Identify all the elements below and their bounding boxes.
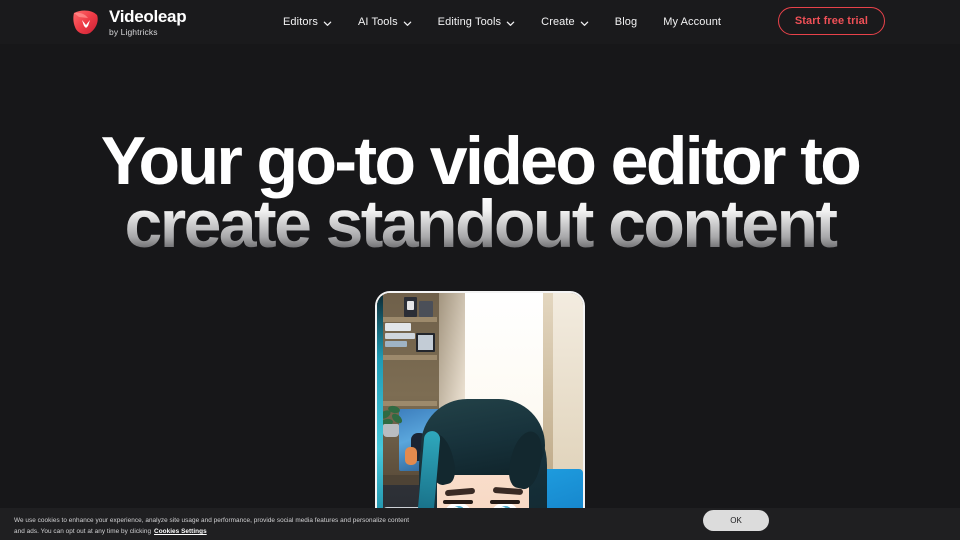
character-illustration [377, 293, 583, 540]
hero-section: Your go-to video editor to create stando… [0, 44, 960, 540]
brand-name: Videoleap [109, 6, 187, 26]
page-title: Your go-to video editor to create stando… [0, 123, 960, 258]
cookie-consent-banner: We use cookies to enhance your experienc… [0, 508, 960, 540]
nav-item-create[interactable]: Create [528, 10, 602, 34]
nav-item-blog[interactable]: Blog [602, 10, 650, 34]
videoleap-bird-logo-icon [70, 6, 102, 38]
nav-item-editors[interactable]: Editors [270, 10, 345, 34]
nav-item-label: Create [541, 16, 575, 28]
start-free-trial-label: Start free trial [794, 15, 868, 27]
chevron-down-icon [323, 19, 332, 28]
nav-item-label: AI Tools [357, 16, 398, 28]
nav-item-label: Editing Tools [437, 16, 502, 28]
hero-video-scene [377, 293, 583, 540]
nav-item-editing-tools[interactable]: Editing Tools [425, 10, 528, 34]
nav-item-label: My Account [663, 16, 722, 28]
nav-item-label: Blog [614, 16, 638, 28]
brand-tagline: by Lightricks [109, 26, 158, 37]
chevron-down-icon [403, 19, 412, 28]
nav-item-my-account[interactable]: My Account [650, 10, 734, 34]
chevron-down-icon [580, 19, 589, 28]
cookie-banner-text: We use cookies to enhance your experienc… [14, 515, 414, 537]
start-free-trial-button[interactable]: Start free trial [777, 7, 885, 35]
cookies-settings-link[interactable]: Cookies Settings [154, 528, 207, 535]
chevron-down-icon [506, 19, 515, 28]
eyelash [443, 500, 473, 504]
nav-item-label: Editors [283, 16, 318, 28]
cookie-banner-message: We use cookies to enhance your experienc… [14, 517, 410, 536]
brand-logo[interactable]: Videoleap by Lightricks [70, 6, 187, 38]
eyelash [490, 500, 520, 504]
cookie-accept-button[interactable]: OK [703, 510, 769, 531]
left-teal-accent [377, 293, 383, 540]
headline-line-1: Your go-to video editor to [100, 123, 862, 199]
hero-video-preview[interactable] [377, 293, 583, 540]
site-header: Videoleap by Lightricks Editors AI Tools… [0, 0, 960, 44]
headline-line-2: create standout content [0, 190, 960, 258]
nav-item-ai-tools[interactable]: AI Tools [345, 10, 425, 34]
main-navigation: Editors AI Tools Editing Tools Create Bl [270, 0, 734, 44]
